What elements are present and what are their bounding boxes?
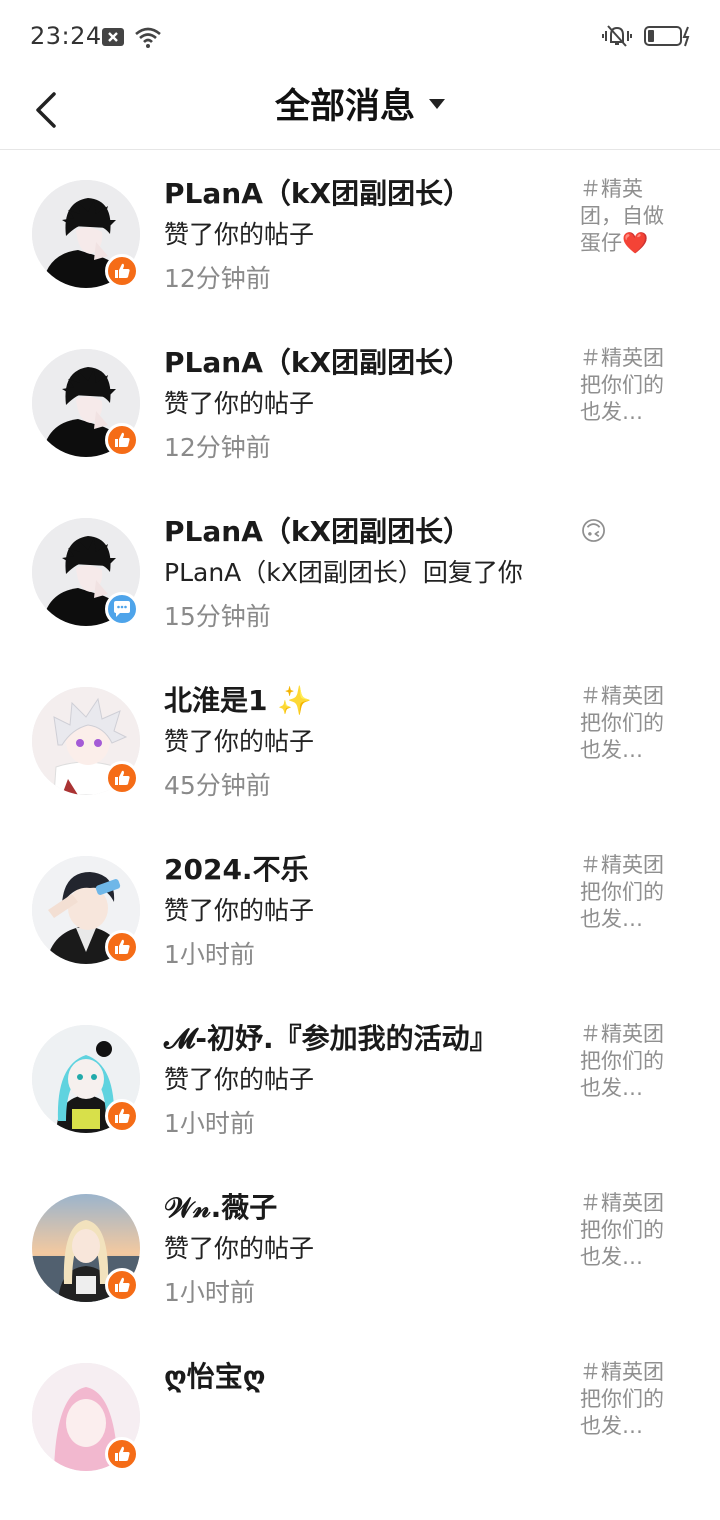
message-action: 赞了你的帖子: [164, 1234, 315, 1263]
sender-name[interactable]: 北淮是1 ✨: [164, 679, 312, 719]
sender-name[interactable]: ღ怡宝ღ: [164, 1355, 266, 1395]
message-time: 45分钟前: [164, 771, 271, 800]
message-item[interactable]: ღ怡宝ღ ＃精英团把你们的也发…: [0, 1342, 720, 1511]
header: 全部消息: [0, 72, 720, 150]
post-preview-text: ＃精英团把你们的也发…: [580, 1191, 664, 1269]
page-title: 全部消息: [274, 87, 415, 127]
message-action: 赞了你的帖子: [164, 727, 315, 756]
message-time: 12分钟前: [164, 433, 271, 462]
caret-down-icon: [429, 98, 445, 109]
message-item[interactable]: PLanA（kX团副团长） 赞了你的帖子 12分钟前 ＃精英团把你们的也发…: [0, 328, 720, 497]
like-badge-icon: [105, 1268, 139, 1302]
notification-close-icon: [102, 28, 124, 50]
wifi-icon: [134, 26, 162, 52]
message-time: 1小时前: [164, 1278, 255, 1307]
status-bar: 23:24: [0, 0, 720, 72]
message-item[interactable]: 𝒲𝓃.薇子 赞了你的帖子 1小时前 ＃精英团把你们的也发…: [0, 1173, 720, 1342]
post-preview-text: ＃精英团把你们的也发…: [580, 853, 664, 931]
title-dropdown[interactable]: 全部消息: [0, 78, 720, 129]
message-action: 赞了你的帖子: [164, 389, 315, 418]
message-item[interactable]: PLanA（kX团副团长） PLanA（kX团副团长）回复了你 15分钟前 🙃: [0, 497, 720, 666]
message-item[interactable]: 北淮是1 ✨ 赞了你的帖子 45分钟前 ＃精英团把你们的也发…: [0, 666, 720, 835]
reply-badge-icon: [105, 592, 139, 626]
heart-emoji-icon: ❤️: [622, 231, 649, 255]
post-preview-text: ＃精英团把你们的也发…: [580, 1360, 664, 1438]
message-item[interactable]: 𝓜-初妤.『参加我的活动』 赞了你的帖子 1小时前 ＃精英团把你们的也发…: [0, 1004, 720, 1173]
sender-name[interactable]: PLanA（kX团副团长）: [164, 172, 471, 212]
like-badge-icon: [105, 930, 139, 964]
like-badge-icon: [105, 423, 139, 457]
post-preview[interactable]: ＃精英团把你们的也发…: [580, 683, 676, 764]
post-preview[interactable]: ＃精英团把你们的也发…: [580, 1021, 676, 1102]
battery-charging-icon: [644, 25, 692, 51]
sender-name[interactable]: PLanA（kX团副团长）: [164, 341, 471, 381]
post-preview[interactable]: 🙃: [580, 519, 676, 546]
message-item[interactable]: 江晴 · 海阔 · 老大 ● 赞了你的帖子 11分钟前 ＃精英团把你们的也发…: [0, 150, 720, 159]
like-badge-icon: [105, 761, 139, 795]
post-preview[interactable]: ＃精英团把你们的也发…: [580, 345, 676, 426]
like-badge-icon: [105, 1099, 139, 1133]
like-badge-icon: [105, 254, 139, 288]
sender-name[interactable]: 𝒲𝓃.薇子: [164, 1186, 277, 1226]
message-action: 赞了你的帖子: [164, 220, 315, 249]
message-time: 1小时前: [164, 1109, 255, 1138]
message-item[interactable]: 2024.不乐 赞了你的帖子 1小时前 ＃精英团把你们的也发…: [0, 835, 720, 1004]
post-preview-text: ＃精英团把你们的也发…: [580, 1022, 664, 1100]
sender-name[interactable]: PLanA（kX团副团长）: [164, 510, 471, 550]
sender-name[interactable]: 𝓜-初妤.『参加我的活动』: [164, 1017, 498, 1057]
message-action: PLanA（kX团副团长）回复了你: [164, 558, 523, 587]
vibrate-mode-icon: [602, 24, 632, 52]
message-time: 12分钟前: [164, 264, 271, 293]
message-list[interactable]: 江晴 · 海阔 · 老大 ● 赞了你的帖子 11分钟前 ＃精英团把你们的也发… …: [0, 150, 720, 1520]
post-preview[interactable]: ＃精英团把你们的也发…: [580, 852, 676, 933]
post-preview[interactable]: ＃精英团把你们的也发…: [580, 1359, 676, 1440]
sender-name[interactable]: 2024.不乐: [164, 848, 309, 888]
post-preview[interactable]: ＃精英团，自做蛋仔❤️: [580, 176, 676, 257]
message-time: 15分钟前: [164, 602, 271, 631]
message-action: 赞了你的帖子: [164, 896, 315, 925]
message-item[interactable]: PLanA（kX团副团长） 赞了你的帖子 12分钟前 ＃精英团，自做蛋仔❤️: [0, 159, 720, 328]
post-preview-text: 🙃: [580, 519, 608, 546]
message-time: 1小时前: [164, 940, 255, 969]
status-time: 23:24: [30, 22, 102, 50]
post-preview-text: ＃精英团把你们的也发…: [580, 684, 664, 762]
like-badge-icon: [105, 1437, 139, 1471]
message-action: 赞了你的帖子: [164, 1065, 315, 1094]
post-preview[interactable]: ＃精英团把你们的也发…: [580, 1190, 676, 1271]
post-preview-text: ＃精英团把你们的也发…: [580, 346, 664, 424]
